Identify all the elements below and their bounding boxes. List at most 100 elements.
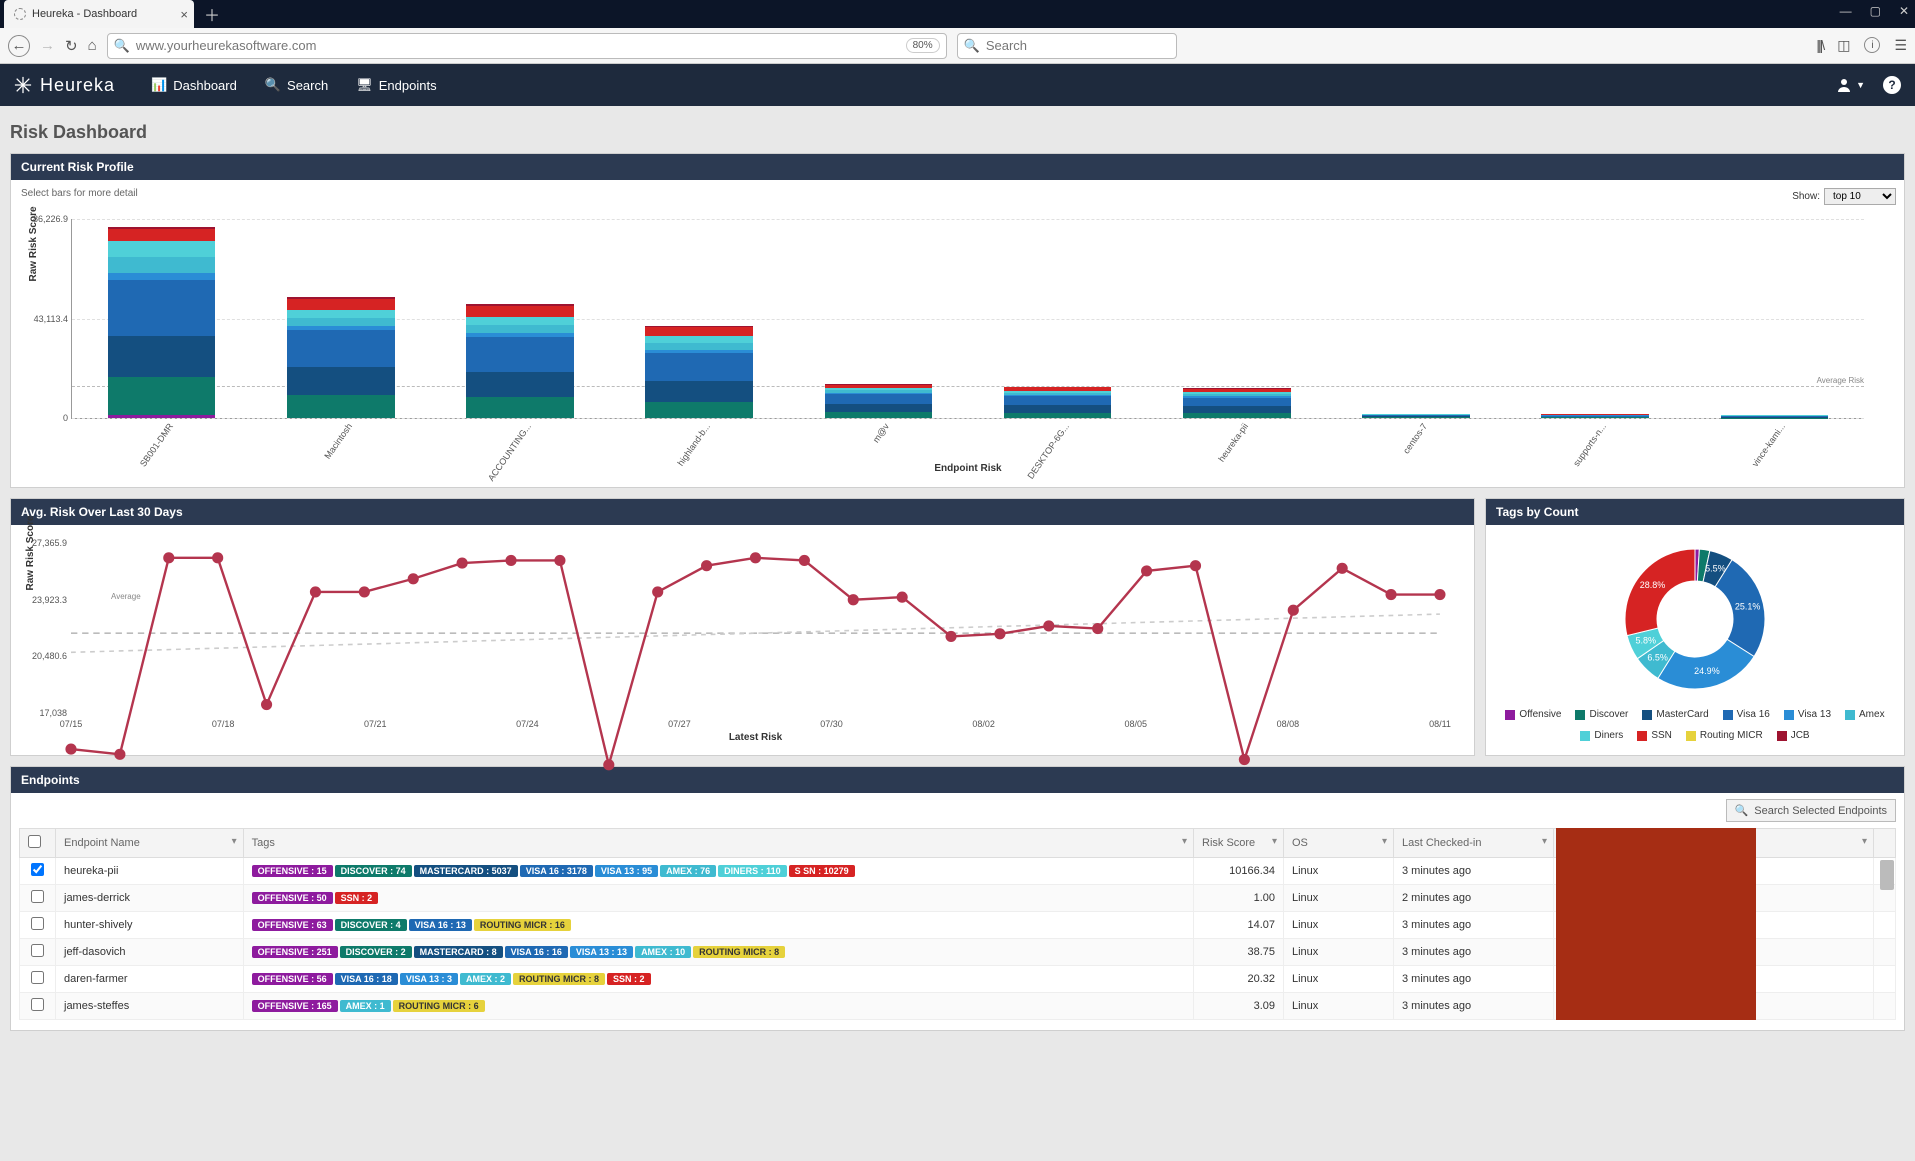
nav-dashboard[interactable]: 📊Dashboard [151, 77, 237, 93]
tag-badge[interactable]: OFFENSIVE : 50 [252, 892, 333, 904]
sidebar-icon[interactable]: ◫ [1837, 37, 1850, 54]
bar-DESKTOP-6G...[interactable]: DESKTOP-6G... [1004, 387, 1112, 418]
legend-item[interactable]: JCB [1777, 730, 1810, 741]
tag-badge[interactable]: MASTERCARD : 8 [414, 946, 503, 958]
user-menu[interactable]: ▼ [1836, 77, 1865, 93]
help-icon[interactable]: ? [1883, 76, 1901, 94]
bar-supports-n...[interactable]: supports-n... [1541, 414, 1649, 418]
tag-badge[interactable]: AMEX : 1 [340, 1000, 391, 1012]
legend-item[interactable]: Visa 13 [1784, 709, 1831, 720]
forward-icon[interactable]: → [40, 37, 55, 54]
tag-badge[interactable]: ROUTING MICR : 8 [513, 973, 605, 985]
risk-profile-chart[interactable]: Raw Risk Score Endpoint Risk 043,113.486… [71, 219, 1864, 419]
close-tab-icon[interactable]: × [180, 7, 188, 22]
select-all-checkbox[interactable] [28, 835, 41, 848]
risk-score-cell: 14.07 [1194, 912, 1284, 939]
tag-badge[interactable]: OFFENSIVE : 165 [252, 1000, 338, 1012]
bar-centos-7[interactable]: centos-7 [1362, 414, 1470, 418]
tag-badge[interactable]: S SN : 10279 [789, 865, 855, 877]
show-top-select[interactable]: top 10 [1824, 188, 1896, 205]
tag-badge[interactable]: OFFENSIVE : 251 [252, 946, 338, 958]
close-window-icon[interactable]: ✕ [1899, 4, 1909, 18]
tag-badge[interactable]: AMEX : 10 [635, 946, 691, 958]
menu-icon[interactable]: ☰ [1894, 37, 1907, 54]
tag-badge[interactable]: SSN : 2 [607, 973, 651, 985]
row-checkbox[interactable] [31, 863, 44, 876]
zoom-badge[interactable]: 80% [906, 38, 940, 53]
col-tags[interactable]: Tags [252, 837, 275, 849]
help-circle-icon[interactable]: i [1864, 37, 1880, 53]
tag-badge[interactable]: DINERS : 110 [718, 865, 787, 877]
tag-badge[interactable]: ROUTING MICR : 6 [393, 1000, 485, 1012]
home-icon[interactable]: ⌂ [88, 37, 97, 54]
library-icon[interactable]: |||\ [1816, 37, 1823, 54]
bar-SB001-DMR[interactable]: SB001-DMR [108, 227, 216, 418]
table-scrollbar[interactable] [1880, 860, 1894, 890]
row-checkbox[interactable] [31, 998, 44, 1011]
col-risk-score[interactable]: Risk Score [1202, 837, 1255, 849]
tag-badge[interactable]: AMEX : 76 [660, 865, 716, 877]
tag-badge[interactable]: VISA 16 : 16 [505, 946, 568, 958]
filter-icon[interactable]: ▾ [232, 836, 237, 847]
nav-search[interactable]: 🔍Search [265, 77, 328, 93]
legend-item[interactable]: Amex [1845, 709, 1885, 720]
bar-highland-b...[interactable]: highland-b... [645, 326, 753, 418]
back-icon[interactable]: ← [8, 35, 30, 57]
row-checkbox[interactable] [31, 944, 44, 957]
filter-icon[interactable]: ▾ [1272, 836, 1277, 847]
tag-badge[interactable]: OFFENSIVE : 63 [252, 919, 333, 931]
tag-badge[interactable]: ROUTING MICR : 16 [474, 919, 571, 931]
tag-badge[interactable]: VISA 16 : 3178 [520, 865, 593, 877]
tag-badge[interactable]: OFFENSIVE : 56 [252, 973, 333, 985]
bar-vince-kami...[interactable]: vince-kami... [1721, 415, 1829, 418]
tag-badge[interactable]: DISCOVER : 4 [335, 919, 407, 931]
tag-badge[interactable]: DISCOVER : 74 [335, 865, 412, 877]
tag-badge[interactable]: OFFENSIVE : 15 [252, 865, 333, 877]
address-bar[interactable]: 🔍 www.yourheurekasoftware.com 80% [107, 33, 947, 59]
col-endpoint-name[interactable]: Endpoint Name [64, 837, 140, 849]
filter-icon[interactable]: ▾ [1542, 836, 1547, 847]
brand-logo[interactable]: Heureka [14, 75, 115, 96]
legend-item[interactable]: Discover [1575, 709, 1628, 720]
tag-badge[interactable]: AMEX : 2 [460, 973, 511, 985]
legend-item[interactable]: MasterCard [1642, 709, 1708, 720]
filter-icon[interactable]: ▾ [1382, 836, 1387, 847]
bar-heureka-pii[interactable]: heureka-pii [1183, 388, 1291, 418]
new-tab-button[interactable]: ＋ [204, 2, 220, 26]
col-last-checked[interactable]: Last Checked-in [1402, 837, 1482, 849]
bar-m@v[interactable]: m@v [825, 384, 933, 418]
browser-search-box[interactable]: 🔍 Search [957, 33, 1177, 59]
endpoint-name-cell: james-steffes [56, 993, 244, 1020]
tag-badge[interactable]: DISCOVER : 2 [340, 946, 412, 958]
risk-score-cell: 1.00 [1194, 885, 1284, 912]
tag-badge[interactable]: VISA 13 : 13 [570, 946, 633, 958]
row-checkbox[interactable] [31, 890, 44, 903]
avg-risk-chart[interactable]: Raw Risk Score Latest Risk 17,03820,480.… [71, 543, 1440, 713]
tag-badge[interactable]: VISA 13 : 3 [400, 973, 458, 985]
filter-icon[interactable]: ▾ [1862, 836, 1867, 847]
tag-badge[interactable]: VISA 16 : 18 [335, 973, 398, 985]
nav-endpoints[interactable]: 🖥Endpoints [356, 77, 436, 93]
legend-item[interactable]: Offensive [1505, 709, 1561, 720]
tag-badge[interactable]: MASTERCARD : 5037 [414, 865, 518, 877]
row-checkbox[interactable] [31, 917, 44, 930]
col-os[interactable]: OS [1292, 837, 1308, 849]
legend-item[interactable]: SSN [1637, 730, 1672, 741]
tag-badge[interactable]: SSN : 2 [335, 892, 379, 904]
filter-icon[interactable]: ▾ [1182, 836, 1187, 847]
tag-badge[interactable]: ROUTING MICR : 8 [693, 946, 785, 958]
search-selected-endpoints-button[interactable]: 🔍 Search Selected Endpoints [1726, 799, 1896, 822]
row-checkbox[interactable] [31, 971, 44, 984]
maximize-icon[interactable]: ▢ [1870, 4, 1881, 18]
bar-ACCOUNTING...[interactable]: ACCOUNTING... [466, 304, 574, 418]
tags-donut-chart[interactable]: 5.5%25.1%24.9%6.5%5.8%28.8%OffensiveDisc… [1496, 533, 1894, 747]
legend-item[interactable]: Routing MICR [1686, 730, 1763, 741]
minimize-icon[interactable]: — [1840, 4, 1852, 18]
legend-item[interactable]: Visa 16 [1723, 709, 1770, 720]
reload-icon[interactable]: ↻ [65, 37, 78, 55]
tag-badge[interactable]: VISA 16 : 13 [409, 919, 472, 931]
legend-item[interactable]: Diners [1580, 730, 1623, 741]
bar-Macintosh[interactable]: Macintosh [287, 297, 395, 418]
browser-tab[interactable]: Heureka - Dashboard × [4, 0, 194, 28]
tag-badge[interactable]: VISA 13 : 95 [595, 865, 658, 877]
